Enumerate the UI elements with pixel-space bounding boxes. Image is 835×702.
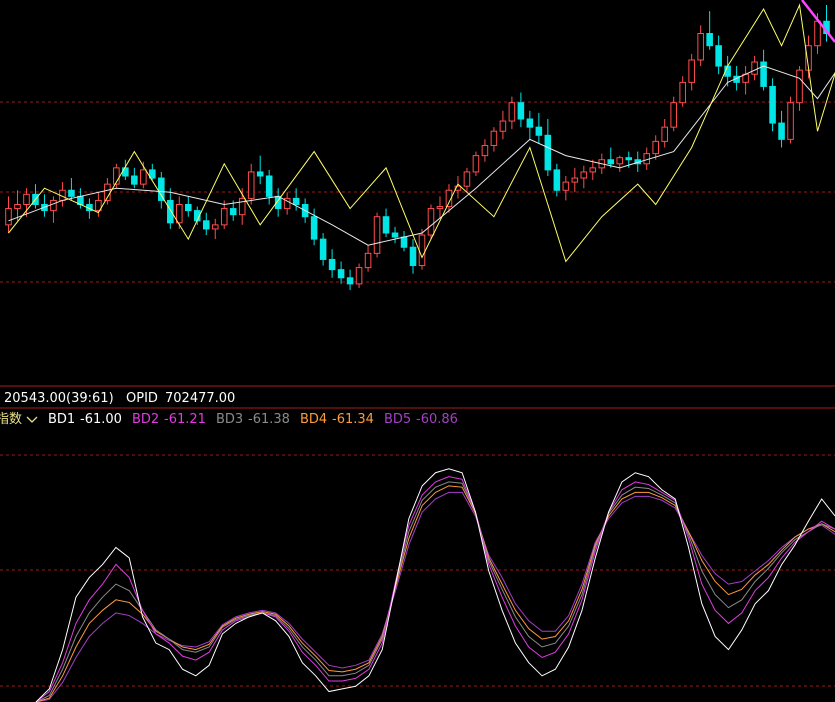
candle-up [14, 204, 21, 210]
candle-down [328, 258, 336, 271]
candle-down [535, 126, 543, 136]
candle-down [256, 171, 264, 177]
candle-up [140, 169, 147, 185]
bd2-label: BD2 [132, 412, 159, 427]
candle-up [355, 267, 363, 285]
candle-up [688, 59, 695, 83]
candle-up [373, 216, 381, 254]
bd4-value: -61.34 [332, 412, 374, 427]
candle-down [202, 220, 210, 230]
candle-up [50, 199, 57, 212]
indicator-legend: BD1 -61.00 BD2 -61.21 BD3 -61.38 BD4 -61… [48, 412, 458, 427]
candle-down [310, 216, 318, 240]
candle-up [23, 193, 30, 205]
candle-down [544, 134, 552, 171]
stock-chart[interactable]: 20543.00(39:61) OPID 702477.00 指数 BD1 -6… [0, 0, 835, 702]
bd2-value: -61.21 [164, 412, 206, 427]
candle-up [211, 224, 219, 230]
candle-up [616, 157, 624, 165]
candle-down [158, 177, 165, 201]
candle-down [337, 269, 345, 279]
candle-down [131, 175, 138, 185]
candle-up [697, 33, 704, 61]
candle-down [625, 157, 633, 161]
candle-up [247, 171, 255, 199]
opid-value: 702477.00 [165, 391, 235, 406]
candle-down [265, 175, 273, 197]
candle-down [769, 85, 776, 124]
candle-down [706, 33, 713, 47]
candle-up [499, 120, 507, 132]
candle-down [68, 189, 75, 197]
candle-down [517, 102, 525, 120]
candle-down [715, 45, 722, 67]
candle-up [814, 20, 821, 47]
bd1-label: BD1 [48, 412, 75, 427]
candle-down [526, 118, 534, 128]
bd4-label: BD4 [300, 412, 327, 427]
candle-up [364, 252, 372, 269]
candle-up [562, 181, 570, 191]
candle-up [472, 155, 480, 173]
candle-down [167, 199, 174, 224]
opid-label: OPID [126, 391, 158, 406]
candle-up [176, 204, 183, 224]
bd1-value: -61.00 [80, 412, 122, 427]
candle-up [508, 102, 516, 122]
candle-down [229, 208, 237, 216]
candle-down [319, 238, 327, 260]
candle-up [580, 171, 588, 179]
candle-up [787, 102, 794, 140]
candle-up [589, 167, 597, 173]
candle-down [409, 246, 417, 267]
candle-up [418, 234, 426, 267]
candle-up [571, 177, 579, 183]
candle-down [382, 216, 390, 234]
info-value: 20543.00(39:61) [4, 391, 114, 406]
bd3-value: -61.38 [248, 412, 290, 427]
indicator-name[interactable]: 指数 [0, 412, 22, 427]
candle-down [607, 159, 615, 165]
bd5-label: BD5 [384, 412, 411, 427]
bd3-label: BD3 [216, 412, 243, 427]
candle-up [481, 144, 489, 157]
bd5-value: -60.86 [416, 412, 458, 427]
candle-up [238, 197, 246, 216]
candle-down [778, 122, 785, 140]
candle-up [463, 171, 471, 187]
candle-up [670, 102, 677, 128]
candle-up [652, 140, 659, 155]
candle-down [400, 236, 408, 248]
candle-up [490, 130, 498, 146]
candle-down [391, 232, 399, 238]
candle-up [661, 126, 668, 142]
candle-up [679, 81, 686, 104]
candle-down [184, 204, 192, 212]
candle-up [796, 69, 803, 104]
candle-down [292, 197, 300, 205]
candle-up [427, 208, 435, 236]
candle-up [220, 208, 228, 226]
candle-up [436, 206, 444, 210]
candle-up [751, 61, 758, 75]
candle-up [5, 208, 12, 226]
candle-down [553, 169, 561, 191]
candle-down [122, 167, 129, 177]
candle-down [346, 277, 354, 285]
